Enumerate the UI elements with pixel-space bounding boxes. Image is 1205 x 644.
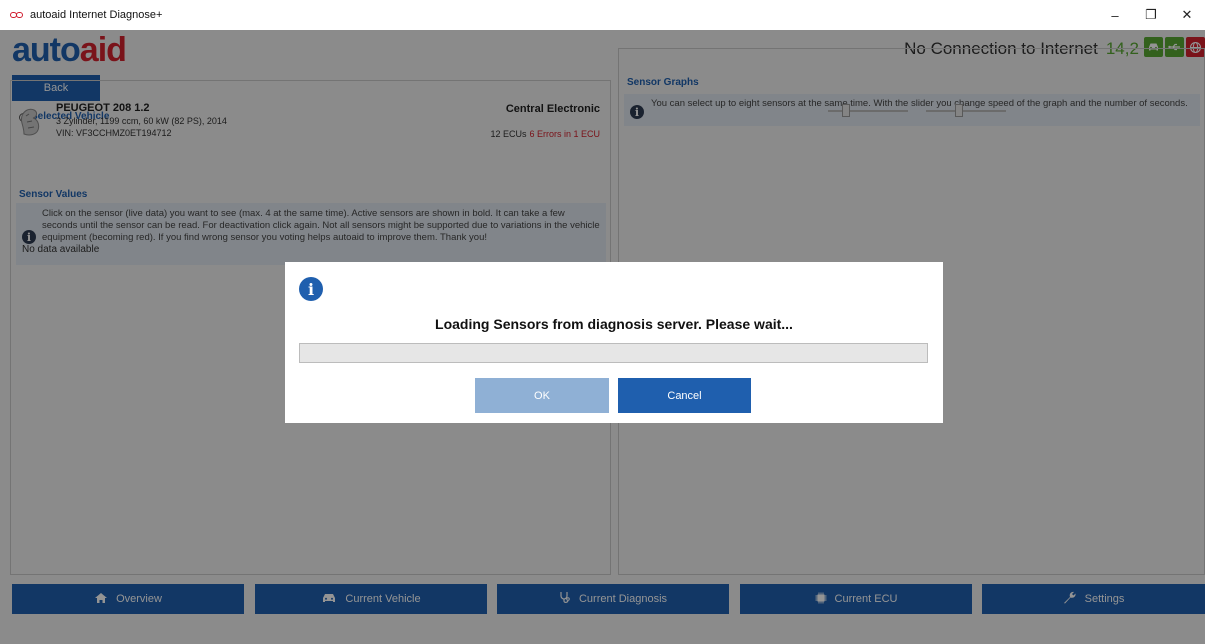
close-button[interactable]: ✕: [1169, 0, 1205, 30]
window-controls: – ❐ ✕: [1097, 0, 1205, 30]
window-title: autoaid Internet Diagnose+: [30, 9, 163, 21]
loading-dialog: i Loading Sensors from diagnosis server.…: [285, 262, 943, 423]
info-icon: i: [299, 277, 323, 301]
dialog-message: Loading Sensors from diagnosis server. P…: [435, 316, 793, 332]
cancel-button[interactable]: Cancel: [618, 378, 751, 413]
app-logo-icon: [10, 10, 24, 20]
ok-button[interactable]: OK: [475, 378, 609, 413]
restore-button[interactable]: ❐: [1133, 0, 1169, 30]
loading-progress-bar: [299, 343, 928, 363]
minimize-button[interactable]: –: [1097, 0, 1133, 30]
window-titlebar: autoaid Internet Diagnose+ – ❐ ✕: [0, 0, 1205, 30]
